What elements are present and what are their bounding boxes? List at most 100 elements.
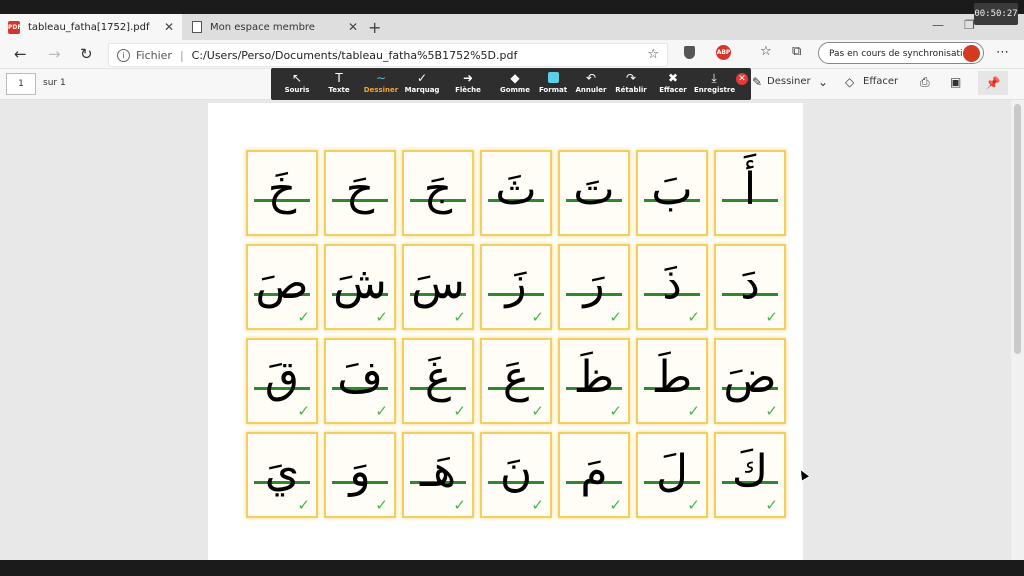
arabic-letter: كَ [731, 446, 769, 497]
letter-card: يَ ✓ [246, 432, 318, 518]
arabic-letter: ظَ [573, 352, 615, 403]
tool-dessiner[interactable]: ∼ Dessiner [361, 70, 401, 95]
tool-format[interactable]: Format [533, 70, 573, 95]
tool-label: Gomme [500, 86, 530, 94]
pdf-page: خَ حَ جَ ثَ تَ بَ أَ صَ ✓ شَ ✓ سَ ✓ زَ ✓ رَ ✓ ذَ ✓ دَ ✓ قَ ✓ فَ… [208, 103, 803, 560]
tool-souris[interactable]: ↖ Souris [277, 70, 317, 95]
more-icon[interactable]: ⋯ [996, 45, 1009, 60]
favorites-icon[interactable]: ☆ [760, 44, 772, 59]
print-icon[interactable]: ⎙ [920, 75, 930, 90]
url-scheme: Fichier [136, 48, 172, 62]
close-icon[interactable]: ✕ [348, 20, 358, 34]
checkmark-icon: ✓ [297, 402, 310, 420]
shield-extension-icon[interactable] [684, 46, 695, 59]
page-number-input[interactable]: 1 [6, 73, 36, 95]
eraser-icon[interactable]: ◇ [845, 75, 854, 89]
chevron-down-icon[interactable]: ⌄ [818, 75, 828, 89]
checkmark-icon: ✓ [375, 496, 388, 514]
checkmark-icon: ✓ [687, 496, 700, 514]
letter-card: عَ ✓ [480, 338, 552, 424]
arabic-letter: وَ [349, 446, 371, 497]
tool-enregistre[interactable]: ⤓ Enregistre [694, 70, 735, 95]
back-icon[interactable]: ← [14, 45, 27, 63]
undo-icon: ↶ [585, 71, 597, 85]
arabic-letter: يَ [264, 446, 300, 497]
tool-label: Format [538, 86, 568, 94]
top-black-bar [0, 0, 1024, 14]
collections-icon[interactable]: ⧉ [792, 44, 801, 59]
scrollbar[interactable] [1011, 100, 1024, 560]
close-icon[interactable]: ✕ [736, 73, 748, 85]
erase-button[interactable]: Effacer [863, 76, 898, 87]
recording-timer: 00:50:27 [974, 3, 1018, 25]
letter-card: وَ ✓ [324, 432, 396, 518]
letter-card: رَ ✓ [558, 244, 630, 330]
tool-label: Souris [284, 86, 310, 94]
info-icon[interactable]: i [117, 48, 130, 62]
favorite-star-icon[interactable]: ☆ [647, 47, 659, 62]
pin-toolbar-button[interactable]: 📌 [978, 71, 1008, 95]
tab-title: tableau_fatha[1752].pdf [28, 21, 150, 33]
tool-texte[interactable]: T Texte [319, 70, 359, 95]
letter-card: خَ [246, 150, 318, 236]
save-icon[interactable]: ▣ [950, 75, 961, 89]
tab-pdf[interactable]: PDF tableau_fatha[1752].pdf ✕ [0, 14, 182, 40]
close-icon[interactable]: ✕ [164, 20, 174, 34]
checkmark-icon: ✓ [375, 308, 388, 326]
text-icon: T [335, 71, 343, 85]
adblock-icon[interactable]: ABP [716, 45, 731, 60]
arabic-letter: صَ [255, 258, 309, 309]
tool-rétablir[interactable]: ↷ Rétablir [611, 70, 651, 95]
arabic-letter: تَ [573, 164, 615, 215]
color-swatch-icon [533, 70, 573, 86]
arabic-letter: شَ [333, 258, 387, 309]
tool-annuler[interactable]: ↶ Annuler [571, 70, 611, 95]
new-tab-icon[interactable]: + [368, 18, 381, 37]
tab-member-space[interactable]: Mon espace membre ✕ [184, 14, 366, 40]
save-icon: ⤓ [711, 71, 717, 85]
arabic-letter: قَ [264, 352, 300, 403]
cursor-icon: ↖ [291, 71, 303, 85]
letter-card: غَ ✓ [402, 338, 474, 424]
arabic-letter: خَ [267, 164, 297, 215]
letter-grid: خَ حَ جَ ثَ تَ بَ أَ صَ ✓ شَ ✓ سَ ✓ زَ ✓ رَ ✓ ذَ ✓ دَ ✓ قَ ✓ فَ… [246, 150, 786, 518]
pen-icon[interactable]: ✎ [752, 75, 762, 89]
draw-button[interactable]: Dessiner [767, 76, 811, 87]
tool-effacer[interactable]: ✖ Effacer [653, 70, 693, 95]
checkmark-icon: ✓ [531, 496, 544, 514]
profile-avatar [963, 45, 980, 62]
letter-card: هَـ ✓ [402, 432, 474, 518]
arabic-letter: هَـ [419, 446, 457, 497]
url-field[interactable]: i Fichier | C:/Users/Perso/Documents/tab… [108, 43, 668, 67]
letter-card: تَ [558, 150, 630, 236]
address-bar: ← → ↻ i Fichier | C:/Users/Perso/Documen… [0, 40, 1024, 69]
tool-flèche[interactable]: ➜ Flèche [448, 70, 488, 95]
tab-title: Mon espace membre [210, 21, 315, 33]
letter-card: نَ ✓ [480, 432, 552, 518]
arabic-letter: زَ [505, 258, 527, 309]
letter-card: دَ ✓ [714, 244, 786, 330]
tool-gomme[interactable]: ◆ Gomme [495, 70, 535, 95]
minimize-icon[interactable]: — [932, 18, 944, 32]
pdf-viewer[interactable]: خَ حَ جَ ثَ تَ بَ أَ صَ ✓ شَ ✓ سَ ✓ زَ ✓ رَ ✓ ذَ ✓ دَ ✓ قَ ✓ فَ… [0, 100, 1024, 560]
tool-label: Effacer [659, 86, 687, 94]
checkmark-icon: ✓ [416, 71, 428, 85]
arabic-letter: ثَ [495, 164, 537, 215]
eraser-icon: ◆ [510, 71, 520, 85]
sync-button[interactable]: Pas en cours de synchronisation [818, 42, 984, 64]
letter-card: فَ ✓ [324, 338, 396, 424]
scrollbar-thumb[interactable] [1014, 104, 1021, 354]
arabic-letter: عَ [502, 352, 530, 403]
forward-icon[interactable]: → [48, 45, 61, 63]
tool-label: Dessiner [363, 86, 399, 94]
tool-marquag[interactable]: ✓ Marquag [402, 70, 442, 95]
tool-label: Annuler [575, 86, 607, 94]
refresh-icon[interactable]: ↻ [80, 45, 93, 63]
letter-card: طَ ✓ [636, 338, 708, 424]
checkmark-icon: ✓ [609, 496, 622, 514]
url-separator: | [179, 48, 184, 62]
letter-card: ثَ [480, 150, 552, 236]
tab-strip: PDF tableau_fatha[1752].pdf ✕ Mon espace… [0, 14, 1024, 40]
arabic-letter: دَ [740, 258, 760, 309]
pin-icon: 📌 [985, 76, 1001, 90]
